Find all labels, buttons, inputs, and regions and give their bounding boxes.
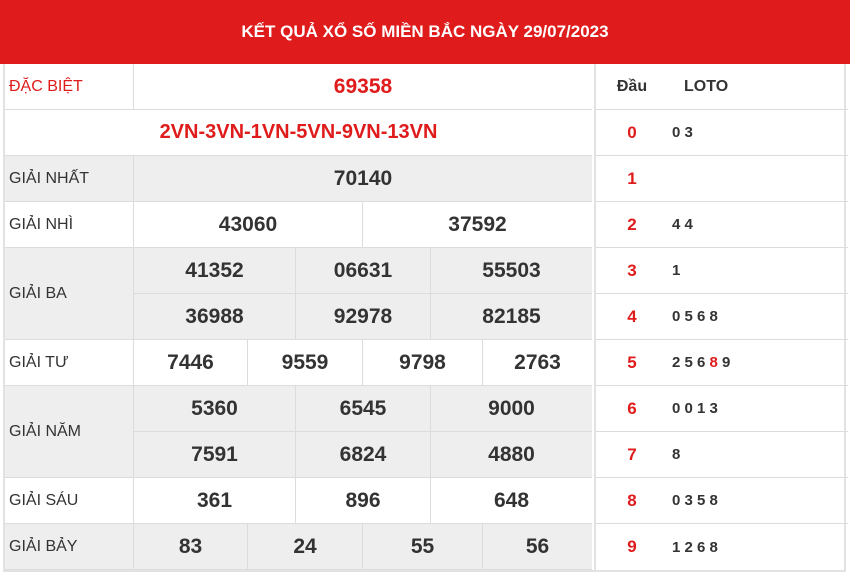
loto-head-digit: 8: [627, 490, 637, 510]
first-prize-label: GIẢI NHẤT: [9, 169, 90, 187]
loto-numbers: 0 5 6 8: [672, 308, 718, 325]
fifth-prize-row: GIẢI NĂM 5360 6545 9000 7591 6824 4880: [5, 386, 592, 478]
fourth-prize-value: 7446: [133, 340, 247, 385]
fourth-prize-value: 9559: [247, 340, 362, 385]
loto-panel: Đầu LOTO 0 0 3 1 2 4 4 3 1 4 0 5 6 8 5 2…: [594, 64, 848, 572]
loto-numbers: 0 3 5 8: [672, 492, 718, 509]
loto-head-digit: 9: [627, 537, 637, 556]
third-prize-value: 55503: [430, 248, 592, 293]
fourth-prize-label: GIẢI TƯ: [9, 353, 69, 371]
fifth-prize-value: 6545: [295, 386, 430, 431]
sixth-prize-value: 648: [430, 478, 592, 523]
loto-row: 5 2 5 6 8 9: [596, 340, 848, 386]
prizes-panel: ĐẶC BIỆT 69358 2VN-3VN-1VN-5VN-9VN-13VN …: [5, 64, 592, 572]
loto-row: 4 0 5 6 8: [596, 294, 848, 340]
first-prize-row: GIẢI NHẤT 70140: [5, 156, 592, 202]
loto-numbers: 2 5 6 8 9: [672, 340, 730, 385]
loto-row: 1: [596, 156, 848, 202]
loto-number-part: 2 5 6: [672, 354, 710, 371]
fourth-prize-value: 2763: [482, 340, 592, 385]
loto-special-number: 8: [709, 354, 718, 371]
seventh-prize-value: 55: [362, 524, 482, 569]
loto-header-row: Đầu LOTO: [596, 64, 848, 110]
fifth-prize-value: 4880: [430, 432, 592, 478]
loto-row: 2 4 4: [596, 202, 848, 248]
loto-row: 0 0 3: [596, 110, 848, 156]
loto-head-digit: 4: [627, 306, 637, 326]
third-prize-row: GIẢI BA 41352 06631 55503 36988 92978 82…: [5, 248, 592, 340]
second-prize-label: GIẢI NHÌ: [9, 215, 74, 233]
loto-head-digit: 3: [627, 260, 637, 280]
third-prize-value: 36988: [133, 294, 295, 340]
fifth-prize-value: 7591: [133, 432, 295, 478]
loto-head-digit: 1: [627, 168, 637, 188]
third-prize-label: GIẢI BA: [9, 284, 67, 302]
seventh-prize-value: 24: [247, 524, 362, 569]
special-prize-value: 69358: [133, 64, 592, 109]
third-prize-value: 06631: [295, 248, 430, 293]
fourth-prize-value: 9798: [362, 340, 482, 385]
first-prize-value: 70140: [133, 156, 592, 201]
loto-row: 7 8: [596, 432, 848, 478]
third-prize-value: 92978: [295, 294, 430, 340]
seventh-prize-value: 56: [482, 524, 592, 569]
sixth-prize-value: 361: [133, 478, 295, 523]
seventh-prize-label: GIẢI BẢY: [9, 537, 78, 555]
fifth-prize-value: 5360: [133, 386, 295, 431]
third-prize-value: 82185: [430, 294, 592, 340]
loto-numbers: 4 4: [672, 216, 693, 233]
seventh-prize-value: 83: [133, 524, 247, 569]
loto-numbers: 1: [672, 262, 681, 279]
sixth-prize-value: 896: [295, 478, 430, 523]
second-prize-row: GIẢI NHÌ 43060 37592: [5, 202, 592, 248]
special-prize-codes: 2VN-3VN-1VN-5VN-9VN-13VN: [159, 121, 438, 143]
seventh-prize-row: GIẢI BẢY 83 24 55 56: [5, 524, 592, 570]
fifth-prize-label: GIẢI NĂM: [9, 422, 82, 440]
loto-row: 8 0 3 5 8: [596, 478, 848, 524]
loto-head-label: Đầu: [616, 77, 648, 95]
loto-head-digit: 0: [627, 122, 637, 142]
fifth-prize-value: 9000: [430, 386, 592, 431]
special-prize-label: ĐẶC BIỆT: [9, 77, 83, 95]
special-prize-row: ĐẶC BIỆT 69358: [5, 64, 592, 110]
page-title: KẾT QUẢ XỔ SỐ MIỀN BẮC NGÀY 29/07/2023: [241, 22, 609, 41]
loto-row: 6 0 0 1 3: [596, 386, 848, 432]
loto-column-label: LOTO: [684, 77, 729, 95]
second-prize-value: 43060: [133, 202, 362, 247]
loto-row: 9 1 2 6 8: [596, 524, 848, 570]
loto-head-digit: 2: [627, 214, 637, 234]
loto-numbers: 0 3: [672, 124, 693, 141]
loto-head-digit: 6: [627, 398, 637, 418]
loto-number-part: 9: [717, 354, 731, 371]
fifth-prize-value: 6824: [295, 432, 430, 478]
loto-numbers: 0 0 1 3: [672, 400, 718, 417]
loto-numbers: 8: [672, 446, 681, 463]
loto-head-digit: 7: [627, 444, 637, 464]
page-header: KẾT QUẢ XỔ SỐ MIỀN BẮC NGÀY 29/07/2023: [0, 0, 850, 64]
loto-numbers: 1 2 6 8: [672, 538, 718, 556]
results-table: ĐẶC BIỆT 69358 2VN-3VN-1VN-5VN-9VN-13VN …: [3, 64, 848, 572]
third-prize-value: 41352: [133, 248, 295, 293]
second-prize-value: 37592: [362, 202, 592, 247]
loto-row: 3 1: [596, 248, 848, 294]
loto-head-digit: 5: [627, 352, 637, 372]
sixth-prize-label: GIẢI SÁU: [9, 491, 79, 509]
special-codes-row: 2VN-3VN-1VN-5VN-9VN-13VN: [5, 110, 592, 156]
sixth-prize-row: GIẢI SÁU 361 896 648: [5, 478, 592, 524]
fourth-prize-row: GIẢI TƯ 7446 9559 9798 2763: [5, 340, 592, 386]
